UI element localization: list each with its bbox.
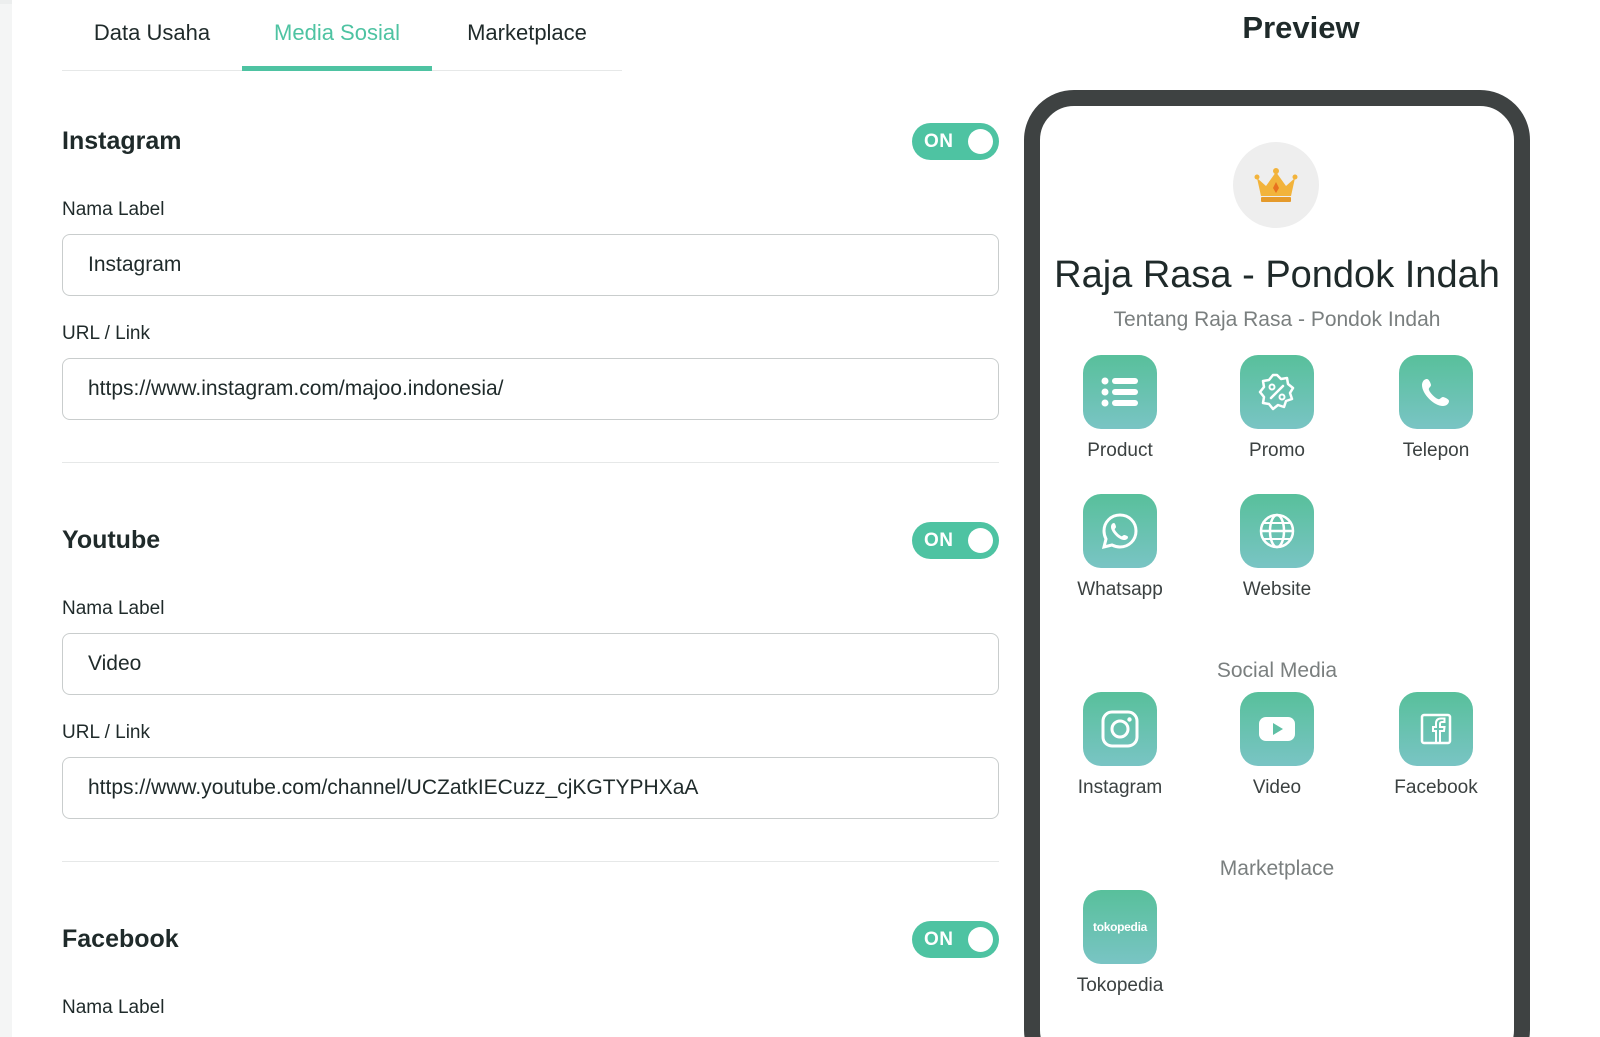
- facebook-app-icon: [1399, 692, 1473, 766]
- app-label: Telepon: [1402, 440, 1470, 461]
- instagram-section-title: Instagram: [62, 127, 182, 155]
- app-label: Website: [1242, 579, 1312, 600]
- youtube-url-input[interactable]: [62, 757, 999, 819]
- settings-panel: Data Usaha Media Sosial Marketplace Inst…: [12, 0, 1002, 1037]
- facebook-name-label: Nama Label: [62, 997, 165, 1018]
- app-label: Facebook: [1394, 777, 1478, 798]
- youtube-section-title: Youtube: [62, 526, 161, 554]
- preview-panel: Preview Raja Rasa - Pondok Indah Tentang…: [1002, 0, 1600, 1037]
- crown-icon: [1254, 168, 1298, 202]
- product-app-icon: [1083, 355, 1157, 429]
- app-whatsapp[interactable]: Whatsapp: [1060, 494, 1180, 601]
- youtube-url-label: URL / Link: [62, 722, 150, 743]
- tab-bar: Data Usaha Media Sosial Marketplace: [62, 0, 622, 71]
- promo-app-icon: [1240, 355, 1314, 429]
- app-tokopedia[interactable]: tokopedia Tokopedia: [1060, 890, 1180, 997]
- app-label: Product: [1087, 440, 1153, 461]
- video-app-icon: [1240, 692, 1314, 766]
- section-divider: [62, 861, 999, 862]
- instagram-url-input[interactable]: [62, 358, 999, 420]
- whatsapp-app-icon: [1083, 494, 1157, 568]
- phone-icon: [1422, 379, 1449, 406]
- facebook-toggle[interactable]: ON: [912, 921, 999, 958]
- tab-media-sosial[interactable]: Media Sosial: [242, 0, 432, 71]
- tokopedia-icon: tokopedia: [1083, 890, 1157, 964]
- instagram-name-label: Nama Label: [62, 199, 165, 220]
- youtube-name-label: Nama Label: [62, 598, 165, 619]
- list-icon: [1101, 377, 1138, 407]
- website-app-icon: [1240, 494, 1314, 568]
- toggle-knob: [968, 927, 993, 952]
- app-product[interactable]: Product: [1060, 355, 1180, 462]
- app-instagram[interactable]: Instagram: [1060, 692, 1180, 799]
- app-video[interactable]: Video: [1217, 692, 1337, 799]
- app-website[interactable]: Website: [1217, 494, 1337, 601]
- marketplace-title: Marketplace: [1219, 857, 1335, 880]
- social-media-title: Social Media: [1216, 659, 1338, 682]
- youtube-icon: [1259, 717, 1295, 741]
- app-label: Whatsapp: [1077, 579, 1163, 600]
- facebook-section-title: Facebook: [62, 925, 179, 953]
- app-facebook[interactable]: Facebook: [1376, 692, 1496, 799]
- app-label: Instagram: [1077, 777, 1163, 798]
- instagram-url-label: URL / Link: [62, 323, 150, 344]
- telepon-app-icon: [1399, 355, 1473, 429]
- tokopedia-icon-text: tokopedia: [1093, 920, 1147, 934]
- app-promo[interactable]: Promo: [1217, 355, 1337, 462]
- preview-title: Preview: [1242, 10, 1360, 45]
- section-divider: [62, 462, 999, 463]
- app-telepon[interactable]: Telepon: [1376, 355, 1496, 462]
- app-label: Video: [1252, 777, 1302, 798]
- store-about: Tentang Raja Rasa - Pondok Indah: [1113, 308, 1441, 331]
- instagram-icon: [1101, 710, 1139, 748]
- toggle-label: ON: [924, 929, 954, 950]
- app-label: Tokopedia: [1076, 975, 1164, 996]
- toggle-knob: [968, 528, 993, 553]
- store-logo: [1233, 142, 1319, 228]
- whatsapp-icon: [1101, 513, 1138, 550]
- toggle-knob: [968, 129, 993, 154]
- toggle-label: ON: [924, 131, 954, 152]
- globe-icon: [1259, 513, 1295, 549]
- instagram-name-input[interactable]: [62, 234, 999, 296]
- facebook-icon: [1420, 713, 1452, 745]
- instagram-toggle[interactable]: ON: [912, 123, 999, 160]
- tab-marketplace[interactable]: Marketplace: [432, 0, 622, 70]
- discount-icon: [1258, 373, 1295, 411]
- youtube-toggle[interactable]: ON: [912, 522, 999, 559]
- tab-data-usaha[interactable]: Data Usaha: [62, 0, 242, 70]
- app-label: Promo: [1249, 440, 1305, 461]
- store-name: Raja Rasa - Pondok Indah: [1054, 254, 1500, 296]
- toggle-label: ON: [924, 530, 954, 551]
- instagram-app-icon: [1083, 692, 1157, 766]
- phone-frame: Raja Rasa - Pondok Indah Tentang Raja Ra…: [1024, 90, 1530, 1037]
- youtube-name-input[interactable]: [62, 633, 999, 695]
